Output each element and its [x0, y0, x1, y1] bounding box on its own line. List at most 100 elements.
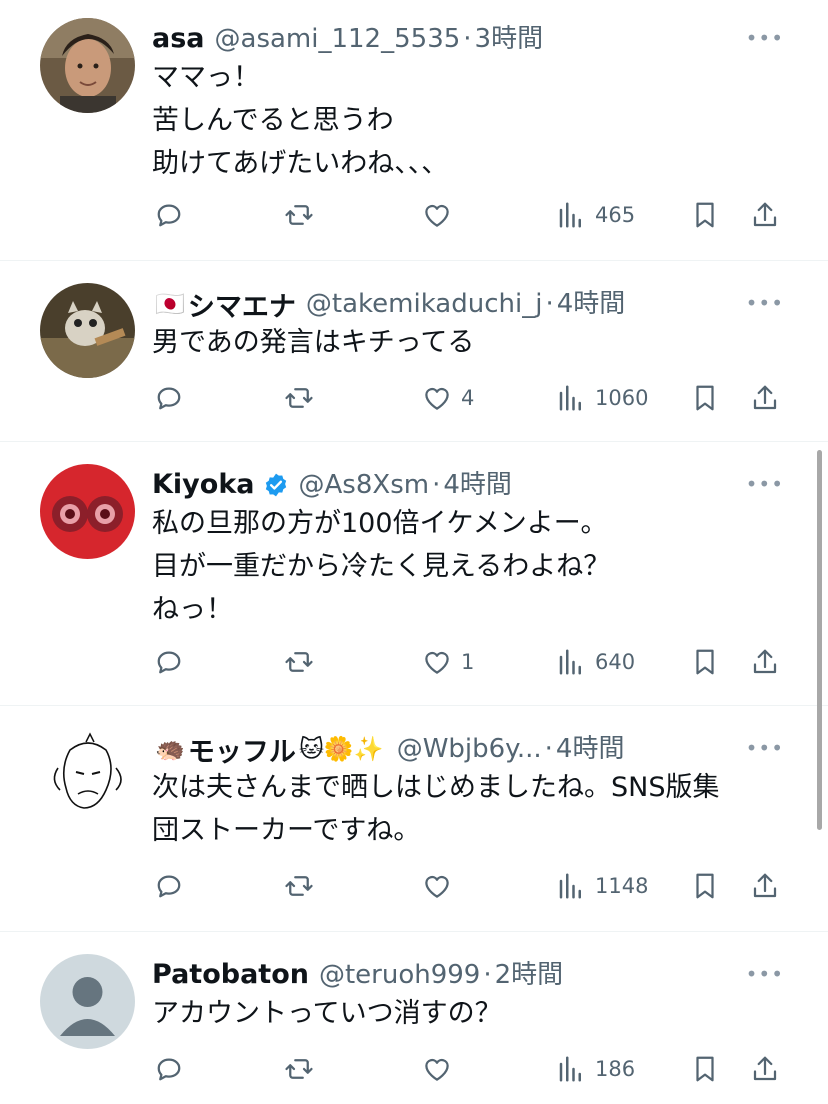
- display-name[interactable]: 🦔 モッフル 🐱🌼✨: [152, 730, 387, 769]
- repost-icon: [285, 1059, 313, 1079]
- timestamp[interactable]: 4時間: [557, 283, 626, 320]
- more-options-icon[interactable]: •••: [746, 26, 784, 50]
- timestamp[interactable]: 4時間: [443, 464, 512, 501]
- repost-icon: [285, 876, 313, 896]
- post-text-line: ママっ！: [152, 62, 260, 93]
- bookmark-icon: [696, 649, 714, 675]
- reply-feed: asa @asami_112_5535 · 3時間 ••• ママっ！ 苦しんでる…: [0, 0, 828, 1104]
- bookmark-button[interactable]: [690, 195, 720, 235]
- like-button[interactable]: 1: [422, 642, 474, 682]
- share-button[interactable]: [750, 1049, 780, 1089]
- post-text-line: 目が一重だから冷たく見えるわよね？: [152, 551, 611, 582]
- views-chart-icon: [559, 385, 581, 411]
- verified-badge-icon: [265, 473, 286, 496]
- heart-icon: [425, 875, 449, 898]
- views-button[interactable]: 1060: [556, 378, 648, 418]
- repost-icon: [285, 652, 313, 672]
- reply-button[interactable]: [154, 195, 193, 235]
- repost-button[interactable]: [284, 378, 323, 418]
- view-count: 640: [595, 650, 636, 674]
- more-options-icon[interactable]: •••: [746, 962, 784, 986]
- share-button[interactable]: [750, 866, 780, 906]
- user-handle[interactable]: @asami_112_5535: [215, 24, 461, 54]
- like-button[interactable]: [422, 195, 461, 235]
- view-count: 1060: [595, 386, 649, 410]
- user-handle[interactable]: @Wbjb6y...: [397, 734, 542, 764]
- bookmark-button[interactable]: [690, 642, 720, 682]
- views-button[interactable]: 186: [556, 1049, 635, 1089]
- repost-button[interactable]: [284, 866, 323, 906]
- display-name[interactable]: Kiyoka: [152, 469, 289, 500]
- views-chart-icon: [559, 1056, 581, 1082]
- action-bar: 186: [0, 1049, 828, 1089]
- timestamp[interactable]: 4時間: [556, 728, 625, 765]
- more-options-icon[interactable]: •••: [746, 736, 784, 760]
- reply-button[interactable]: [154, 642, 193, 682]
- post-text-line: 私の旦那の方が100倍イケメンよー。: [152, 508, 608, 539]
- user-handle[interactable]: @As8Xsm: [299, 470, 430, 500]
- avatar[interactable]: [40, 283, 135, 378]
- timestamp[interactable]: 3時間: [475, 18, 544, 55]
- more-options-icon[interactable]: •••: [746, 472, 784, 496]
- avatar[interactable]: [40, 728, 135, 823]
- post-text: アカウントっていつ消すの？: [152, 992, 792, 1035]
- user-handle[interactable]: @teruoh999: [319, 960, 480, 990]
- bookmark-button[interactable]: [690, 378, 720, 418]
- reply-post[interactable]: 🇯🇵 シマエナ @takemikaduchi_j · 4時間 ••• 男であの発言…: [0, 261, 828, 442]
- reply-button[interactable]: [154, 378, 193, 418]
- views-button[interactable]: 465: [556, 195, 635, 235]
- scrollbar[interactable]: [817, 450, 822, 830]
- separator: ·: [544, 734, 553, 764]
- view-count: 186: [595, 1057, 636, 1081]
- bookmark-icon: [696, 1056, 714, 1082]
- like-button[interactable]: 4: [422, 378, 474, 418]
- cat-flower-sparkles-emoji: 🐱🌼✨: [298, 735, 384, 763]
- share-icon: [753, 1056, 777, 1081]
- post-header: Kiyoka @As8Xsm · 4時間: [152, 464, 828, 501]
- bookmark-icon: [696, 873, 714, 899]
- share-button[interactable]: [750, 195, 780, 235]
- more-options-icon[interactable]: •••: [746, 291, 784, 315]
- reply-post[interactable]: 🦔 モッフル 🐱🌼✨ @Wbjb6y... · 4時間 ••• 次は夫さんまで晒しは…: [0, 706, 828, 932]
- reply-button[interactable]: [154, 1049, 193, 1089]
- repost-button[interactable]: [284, 1049, 323, 1089]
- view-count: 465: [595, 203, 636, 227]
- reply-icon: [157, 875, 181, 898]
- timestamp[interactable]: 2時間: [495, 954, 564, 991]
- action-bar: 4 1060: [0, 378, 828, 418]
- hedgehog-emoji: 🦔: [155, 735, 185, 763]
- display-name[interactable]: 🇯🇵 シマエナ: [152, 285, 296, 324]
- repost-button[interactable]: [284, 642, 323, 682]
- repost-icon: [285, 205, 313, 225]
- share-icon: [753, 873, 777, 898]
- reply-button[interactable]: [154, 866, 193, 906]
- reply-post[interactable]: asa @asami_112_5535 · 3時間 ••• ママっ！ 苦しんでる…: [0, 0, 828, 261]
- bookmark-icon: [696, 202, 714, 228]
- repost-button[interactable]: [284, 195, 323, 235]
- avatar[interactable]: [40, 954, 135, 1049]
- heart-icon: [425, 387, 449, 410]
- avatar[interactable]: [40, 464, 135, 559]
- post-text-line: 団ストーカーですね。: [152, 815, 421, 846]
- views-button[interactable]: 640: [556, 642, 635, 682]
- heart-icon: [425, 204, 449, 227]
- like-button[interactable]: [422, 866, 461, 906]
- share-button[interactable]: [750, 378, 780, 418]
- bookmark-button[interactable]: [690, 1049, 720, 1089]
- display-name[interactable]: asa: [152, 23, 205, 54]
- bookmark-button[interactable]: [690, 866, 720, 906]
- display-name[interactable]: Patobaton: [152, 959, 309, 990]
- reply-post[interactable]: Kiyoka @As8Xsm · 4時間 ••• 私の旦那の方が100倍イケメン…: [0, 442, 828, 706]
- avatar[interactable]: [40, 18, 135, 113]
- user-handle[interactable]: @takemikaduchi_j: [306, 289, 543, 319]
- reply-post[interactable]: Patobaton @teruoh999 · 2時間 ••• アカウントっていつ…: [0, 932, 828, 1104]
- post-text: 私の旦那の方が100倍イケメンよー。 目が一重だから冷たく見えるわよね？ ねっ！: [152, 502, 792, 631]
- reply-icon: [157, 1058, 181, 1081]
- post-header: 🇯🇵 シマエナ @takemikaduchi_j · 4時間: [152, 283, 828, 324]
- view-count: 1148: [595, 874, 649, 898]
- post-text: ママっ！ 苦しんでると思うわ 助けてあげたいわね、、、: [152, 56, 792, 185]
- views-button[interactable]: 1148: [556, 866, 648, 906]
- like-button[interactable]: [422, 1049, 461, 1089]
- share-button[interactable]: [750, 642, 780, 682]
- post-text-line: 男であの発言はキチってる: [152, 327, 475, 358]
